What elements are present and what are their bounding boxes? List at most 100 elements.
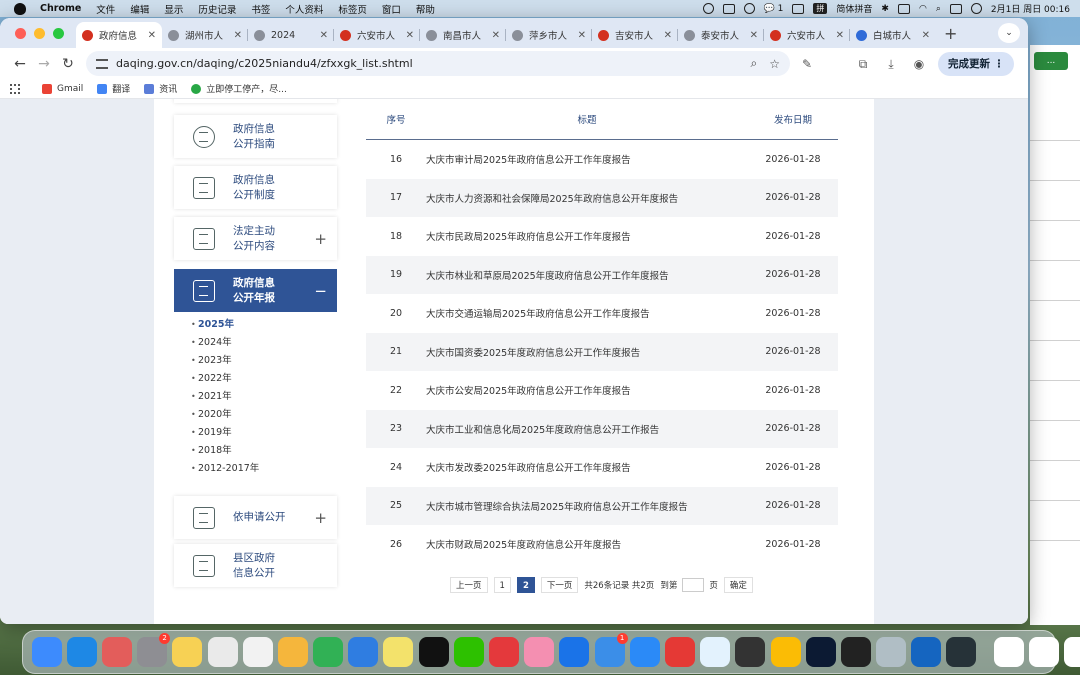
cell-title[interactable]: 大庆市工业和信息化局2025年度政府信息公开工作报告 (426, 422, 748, 436)
menu-app-name[interactable]: Chrome (40, 3, 81, 14)
extension-icon[interactable]: ✎ (796, 53, 818, 75)
dock-launchpad-icon[interactable] (101, 637, 132, 667)
cloud-icon[interactable] (743, 3, 755, 14)
forward-button[interactable]: → (32, 52, 56, 76)
tab[interactable]: 萍乡市人 ✕ (506, 22, 592, 48)
address-bar[interactable]: daqing.gov.cn/daqing/c2025niandu4/zfxxgk… (86, 51, 790, 76)
year-item-2023[interactable]: 2023年 (174, 352, 337, 370)
dock-iphone-mirroring-icon[interactable] (840, 637, 871, 667)
close-icon[interactable]: ✕ (406, 30, 414, 41)
new-tab-button[interactable]: + (944, 24, 957, 43)
expand-plus-icon[interactable]: + (314, 230, 327, 248)
ime-icon[interactable]: 拼 (813, 3, 828, 14)
cell-title[interactable]: 大庆市交通运输局2025年政府信息公开工作年度报告 (426, 306, 748, 320)
close-window-button[interactable] (15, 27, 26, 39)
bed-icon[interactable] (792, 3, 805, 14)
wifi-icon[interactable]: ◠ (919, 4, 927, 14)
dock-textedit-icon[interactable] (242, 637, 273, 667)
minimize-window-button[interactable] (34, 27, 45, 39)
year-item-2021[interactable]: 2021年 (174, 388, 337, 406)
close-icon[interactable]: ✕ (234, 30, 242, 41)
cell-title[interactable]: 大庆市城市管理综合执法局2025年政府信息公开工作年度报告 (426, 499, 748, 513)
year-item-2012-2017[interactable]: 2012-2017年 (174, 460, 337, 478)
menu-help[interactable]: 帮助 (416, 2, 435, 16)
tab[interactable]: 吉安市人 ✕ (592, 22, 678, 48)
expand-plus-icon[interactable]: + (314, 509, 327, 527)
reload-button[interactable]: ↻ (56, 52, 80, 76)
cell-title[interactable]: 大庆市公安局2025年政府信息公开工作年度报告 (426, 383, 748, 397)
dock-chrome-icon[interactable] (770, 637, 801, 667)
dock-safari-icon[interactable] (66, 637, 97, 667)
dock-wechat-icon[interactable] (453, 637, 484, 667)
close-icon[interactable]: ✕ (320, 30, 328, 41)
menubar-clock[interactable]: 2月1日 周日 00:16 (991, 2, 1070, 15)
menu-file[interactable]: 文件 (96, 2, 115, 16)
battery-icon[interactable] (897, 3, 910, 14)
prev-page-button[interactable]: 上一页 (450, 577, 488, 593)
year-item-2019[interactable]: 2019年 (174, 424, 337, 442)
next-page-button[interactable]: 下一页 (540, 577, 579, 593)
background-window-button[interactable]: ... (1034, 52, 1068, 70)
close-icon[interactable]: ✕ (922, 30, 930, 41)
year-item-2022[interactable]: 2022年 (174, 370, 337, 388)
bluetooth-icon[interactable]: ✱ (881, 4, 889, 14)
control-center-icon[interactable] (949, 3, 962, 14)
dock-netease-music-icon[interactable] (489, 637, 520, 667)
cell-title[interactable]: 大庆市人力资源和社会保障局2025年政府信息公开年度报告 (426, 191, 748, 205)
tab[interactable]: 泰安市人 ✕ (678, 22, 764, 48)
table-row[interactable]: 17 大庆市人力资源和社会保障局2025年政府信息公开年度报告 2026-01-28 (366, 178, 838, 217)
confirm-button[interactable]: 确定 (723, 577, 753, 593)
dock-calculator-icon[interactable] (735, 637, 766, 667)
tab-search-button[interactable]: ⌄ (998, 23, 1020, 43)
dock-qq-browser-icon[interactable]: 1 (594, 633, 628, 667)
dock-stickies-icon[interactable] (383, 637, 414, 667)
menu-view[interactable]: 显示 (164, 2, 183, 16)
year-item-2020[interactable]: 2020年 (174, 406, 337, 424)
menu-edit[interactable]: 编辑 (130, 2, 149, 16)
zoom-window-button[interactable] (53, 27, 64, 39)
table-row[interactable]: 20 大庆市交通运输局2025年政府信息公开工作年度报告 2026-01-28 (366, 294, 838, 333)
tab-active[interactable]: 政府信息 ✕ (76, 22, 162, 48)
siri-icon[interactable] (970, 3, 982, 14)
extensions-puzzle-icon[interactable]: ⧉ (852, 53, 874, 75)
wps-status-icon[interactable] (722, 3, 735, 14)
cell-title[interactable]: 大庆市国资委2025年度政府信息公开工作年度报告 (426, 345, 748, 359)
record-icon[interactable] (702, 3, 714, 14)
menu-history[interactable]: 历史记录 (198, 2, 236, 16)
apps-grid-icon[interactable] (10, 83, 20, 94)
table-row[interactable]: 18 大庆市民政局2025年政府信息公开工作年度报告 2026-01-28 (366, 217, 838, 256)
cell-title[interactable]: 大庆市林业和草原局2025年度政府信息公开工作年度报告 (426, 268, 748, 282)
menu-tab[interactable]: 标签页 (338, 2, 367, 16)
sidebar-item-application[interactable]: 依申请公开 + (174, 496, 337, 539)
dock-bilibili-icon[interactable] (524, 637, 555, 667)
zoom-icon[interactable]: ⌕ (751, 56, 758, 71)
sidebar-item-statutory[interactable]: 法定主动 公开内容 + (174, 217, 337, 260)
close-icon[interactable]: ✕ (148, 30, 156, 41)
tab[interactable]: 白城市人 ✕ (850, 22, 936, 48)
close-icon[interactable]: ✕ (750, 30, 758, 41)
year-item-2025[interactable]: 2025年 (174, 316, 337, 334)
site-info-icon[interactable] (96, 58, 108, 69)
dock-mail-icon[interactable] (629, 637, 660, 667)
apple-icon[interactable] (14, 2, 26, 15)
dock-doc-thumb-1-icon[interactable] (993, 637, 1024, 667)
url-text[interactable]: daqing.gov.cn/daqing/c2025niandu4/zfxxgk… (116, 57, 739, 70)
year-item-2024[interactable]: 2024年 (174, 334, 337, 352)
page-1-button[interactable]: 1 (493, 577, 511, 593)
dock-quicktime-icon[interactable] (946, 637, 977, 667)
dock-doc-thumb-3-icon[interactable] (1064, 637, 1080, 667)
ime-label[interactable]: 简体拼音 (836, 2, 872, 15)
dock-numbers-icon[interactable] (313, 637, 344, 667)
sidebar-item-guide[interactable]: 政府信息 公开指南 (174, 115, 337, 158)
profile-icon[interactable]: ◉ (908, 53, 930, 75)
dock-finder-icon[interactable] (31, 637, 62, 667)
update-button[interactable]: 完成更新 ⋮ (938, 51, 1015, 76)
table-row[interactable]: 25 大庆市城市管理综合执法局2025年政府信息公开工作年度报告 2026-01-2… (366, 486, 838, 525)
sidebar-item-annual-report[interactable]: 政府信息 公开年报 − (174, 269, 337, 312)
dock-notes-icon[interactable] (172, 637, 203, 667)
tab[interactable]: 2024 ✕ (248, 22, 334, 48)
dock-baidu-netdisk-icon[interactable] (700, 637, 731, 667)
close-icon[interactable]: ✕ (492, 30, 500, 41)
cell-title[interactable]: 大庆市民政局2025年政府信息公开工作年度报告 (426, 229, 748, 243)
tab[interactable]: 南昌市人 ✕ (420, 22, 506, 48)
